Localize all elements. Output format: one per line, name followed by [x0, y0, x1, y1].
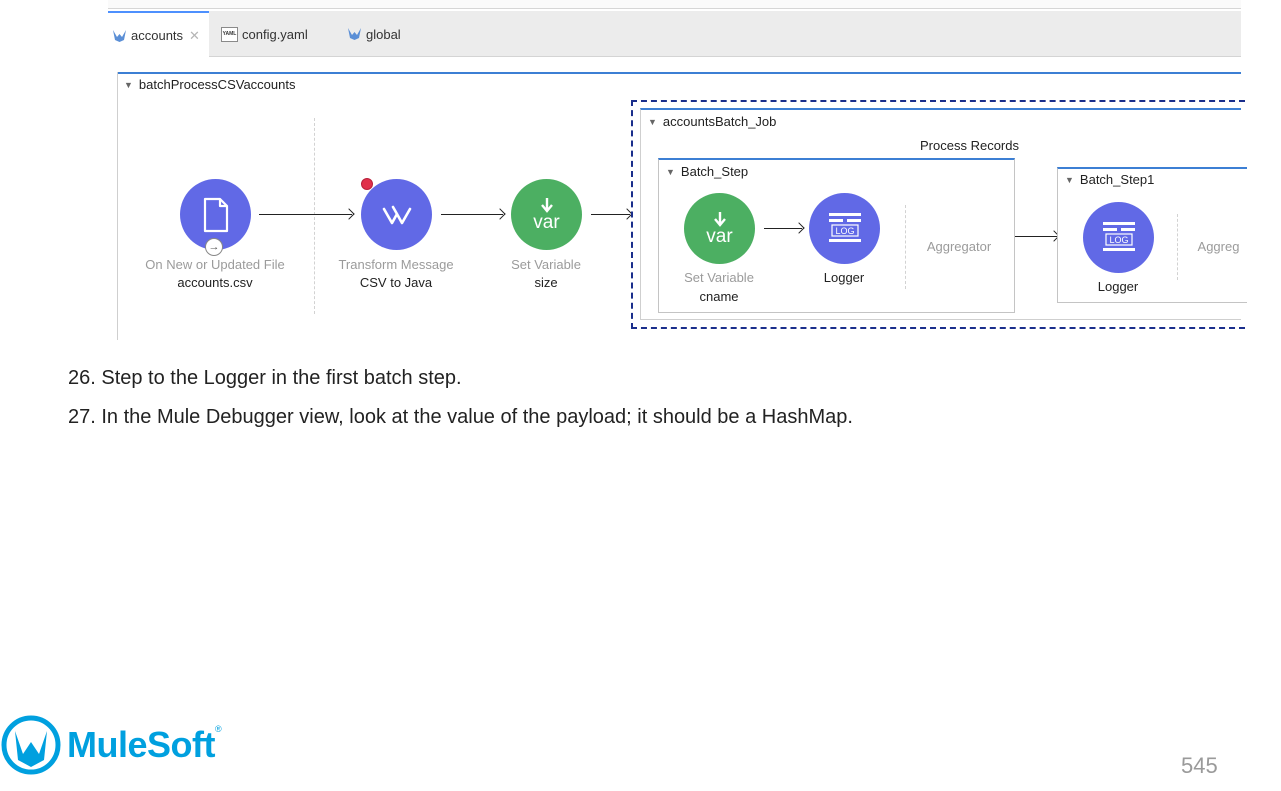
component-name-label: size [534, 275, 558, 290]
tab-config-yaml[interactable]: YAML config.yaml [221, 11, 308, 57]
collapse-triangle-icon[interactable]: ▼ [666, 167, 675, 177]
mulesoft-logo: MuleSoft® [0, 712, 222, 778]
file-icon [203, 197, 228, 232]
aggregator-label[interactable]: Aggreg [1196, 239, 1241, 254]
tab-global[interactable]: global [347, 11, 401, 57]
tab-accounts[interactable]: accounts ✕ [108, 11, 209, 58]
var-icon: var [533, 212, 560, 233]
aggregator-separator [1177, 214, 1178, 280]
component-type-label: Set Variable [511, 257, 581, 272]
instruction-step-26: 26. Step to the Logger in the first batc… [68, 367, 462, 389]
flow-arrow [591, 214, 630, 215]
component-name-label: Logger [823, 270, 865, 285]
mulesoft-logo-icon [1, 715, 61, 775]
collapse-triangle-icon[interactable]: ▼ [124, 80, 133, 90]
batch-job-title[interactable]: ▼ accountsBatch_Job [648, 114, 776, 129]
flow-scope-border [117, 72, 1241, 74]
tab-label: config.yaml [242, 26, 308, 42]
logo-wordmark: MuleSoft® [67, 724, 222, 765]
instruction-step-27: 27. In the Mule Debugger view, look at t… [68, 406, 853, 428]
logger-node[interactable]: LOG [1083, 202, 1154, 273]
component-type-label: Set Variable [684, 270, 754, 285]
batch-step-title[interactable]: ▼ Batch_Step1 [1065, 172, 1154, 187]
batch-step-title[interactable]: ▼ Batch_Step [666, 164, 748, 179]
source-separator [314, 118, 315, 314]
flow-arrow [441, 214, 503, 215]
yaml-file-icon: YAML [221, 26, 238, 42]
flow-title[interactable]: ▼ batchProcessCSVaccounts [124, 77, 295, 92]
close-icon[interactable]: ✕ [189, 28, 200, 44]
set-variable-node[interactable]: var [684, 193, 755, 264]
svg-text:LOG: LOG [1109, 235, 1128, 245]
flow-arrow [1015, 236, 1057, 237]
tab-label: accounts [131, 28, 184, 43]
logger-icon: LOG [828, 212, 861, 242]
component-type-label: Transform Message [338, 257, 454, 272]
set-variable-node[interactable]: var [511, 179, 582, 250]
tab-label: global [366, 26, 401, 42]
process-records-label: Process Records [920, 138, 1019, 153]
logger-icon: LOG [1102, 221, 1135, 251]
logger-node[interactable]: LOG [809, 193, 880, 264]
flow-arrow [764, 228, 802, 229]
collapse-triangle-icon[interactable]: ▼ [1065, 175, 1074, 185]
var-icon: var [706, 226, 733, 247]
editor-tab-bar: accounts ✕ YAML config.yaml global [108, 11, 1241, 58]
source-arrow-icon: → [205, 238, 223, 256]
component-name-label: cname [699, 289, 739, 304]
down-arrow-icon [540, 198, 553, 213]
breakpoint-icon[interactable] [361, 178, 373, 190]
component-name-label: Logger [1097, 279, 1139, 294]
transform-icon [382, 205, 411, 224]
down-arrow-icon [713, 212, 726, 227]
svg-text:LOG: LOG [835, 226, 854, 236]
editor-top-edge [108, 0, 1241, 9]
mule-icon [112, 29, 127, 43]
mule-icon [347, 27, 362, 41]
flow-arrow [259, 214, 352, 215]
flow-scope-left-border [117, 72, 118, 340]
collapse-triangle-icon[interactable]: ▼ [648, 117, 657, 127]
transform-node[interactable] [361, 179, 432, 250]
aggregator-label[interactable]: Aggregator [927, 239, 991, 254]
page-number: 545 [1181, 753, 1218, 778]
aggregator-separator [905, 205, 906, 289]
component-name-label: CSV to Java [359, 275, 433, 290]
component-name-label: accounts.csv [177, 275, 253, 290]
component-type-label: On New or Updated File [145, 257, 285, 272]
